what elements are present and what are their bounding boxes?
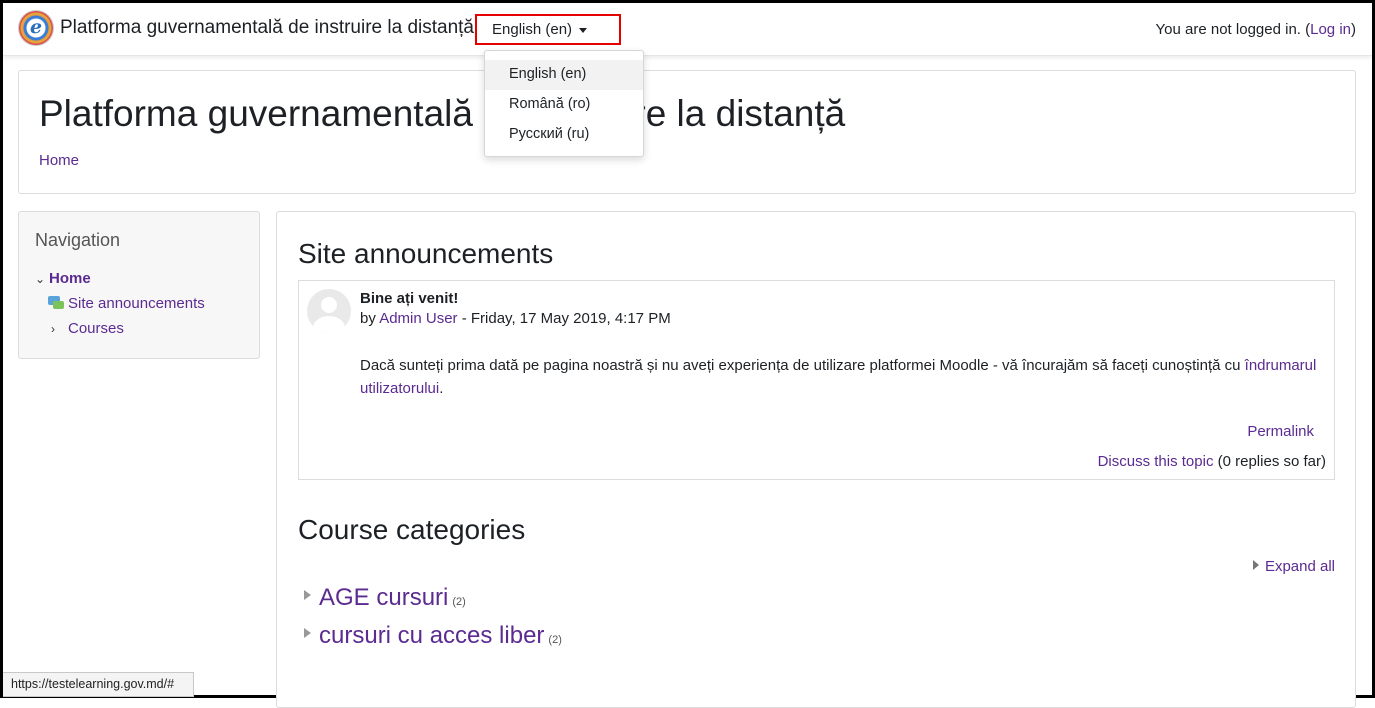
navigation-block: Navigation ⌄ Home Site announcements › Cou… bbox=[18, 211, 260, 359]
language-dropdown-toggle[interactable]: English (en) bbox=[475, 14, 621, 45]
category-count: (2) bbox=[452, 596, 466, 608]
caret-down-icon bbox=[579, 28, 587, 33]
browser-status-bar: https://testelearning.gov.md/# bbox=[3, 672, 194, 697]
language-option-label: English (en) bbox=[509, 66, 587, 82]
language-option-label: Română (ro) bbox=[509, 96, 591, 112]
category-count: (2) bbox=[548, 634, 562, 646]
category-age-cursuri[interactable]: AGE cursuri (2) bbox=[304, 584, 466, 612]
expand-triangle-icon bbox=[1252, 560, 1259, 570]
post-author-link[interactable]: Admin User bbox=[379, 310, 457, 327]
forum-icon bbox=[48, 296, 64, 310]
category-link[interactable]: AGE cursuri bbox=[319, 584, 448, 611]
login-link[interactable]: Log in bbox=[1310, 21, 1351, 38]
nav-item-site-announcements[interactable]: Site announcements bbox=[48, 295, 205, 312]
post-meta: by Admin User - Friday, 17 May 2019, 4:1… bbox=[360, 310, 671, 327]
login-status: You are not logged in. (Log in) bbox=[1156, 21, 1356, 38]
language-option-ru[interactable]: Русский (ru) bbox=[485, 120, 643, 150]
login-prefix: You are not logged in. ( bbox=[1155, 21, 1311, 38]
post-by: by bbox=[360, 310, 380, 327]
post-body-end: . bbox=[439, 380, 444, 397]
page-title: Platforma guvernamentală de instruire la… bbox=[39, 93, 846, 134]
expand-all-control[interactable]: Expand all bbox=[1252, 558, 1335, 575]
status-url: https://testelearning.gov.md/# bbox=[11, 677, 175, 691]
site-brand[interactable]: Platforma guvernamentală de instruire la… bbox=[60, 17, 474, 39]
chevron-right-icon: › bbox=[51, 322, 55, 336]
expand-all-link[interactable]: Expand all bbox=[1265, 558, 1335, 575]
login-suffix: ) bbox=[1351, 21, 1356, 38]
collapsed-triangle-icon[interactable] bbox=[304, 628, 311, 638]
navigation-title: Navigation bbox=[35, 230, 121, 250]
language-option-en[interactable]: English (en) bbox=[485, 60, 643, 90]
post-subject: Bine ați venit! bbox=[360, 290, 459, 307]
post-date: - Friday, 17 May 2019, 4:17 PM bbox=[457, 310, 671, 327]
collapsed-triangle-icon[interactable] bbox=[304, 590, 311, 600]
nav-item-home[interactable]: ⌄ Home bbox=[35, 270, 91, 287]
permalink-link[interactable]: Permalink bbox=[1247, 423, 1314, 440]
nav-item-courses[interactable]: › Courses bbox=[51, 320, 124, 337]
main-region: Site announcements Bine ați venit! by Ad… bbox=[276, 211, 1356, 708]
discuss-row: Discuss this topic (0 replies so far) bbox=[1098, 453, 1326, 470]
post-body-text: Dacă sunteți prima dată pe pagina noastr… bbox=[360, 357, 1245, 374]
language-option-label: Русский (ru) bbox=[509, 126, 590, 142]
site-announcements-heading: Site announcements bbox=[298, 238, 554, 269]
post-body: Dacă sunteți prima dată pe pagina noastr… bbox=[360, 354, 1320, 400]
language-current: English (en) bbox=[492, 21, 573, 38]
chevron-down-icon: ⌄ bbox=[35, 272, 46, 286]
breadcrumb-home[interactable]: Home bbox=[39, 152, 79, 169]
category-link[interactable]: cursuri cu acces liber bbox=[319, 622, 544, 649]
language-menu: English (en) Română (ro) Русский (ru) bbox=[484, 50, 644, 157]
user-avatar-icon[interactable] bbox=[307, 289, 351, 333]
category-cursuri-acces-liber[interactable]: cursuri cu acces liber (2) bbox=[304, 622, 562, 650]
top-navbar: e Platforma guvernamentală de instruire … bbox=[3, 3, 1372, 56]
logo-letter: e bbox=[29, 16, 43, 38]
forum-post: Bine ați venit! by Admin User - Friday, … bbox=[298, 280, 1335, 480]
nav-home-link[interactable]: Home bbox=[49, 270, 91, 287]
nav-site-announcements-link[interactable]: Site announcements bbox=[68, 295, 205, 312]
nav-courses-link[interactable]: Courses bbox=[68, 320, 124, 337]
replies-count: (0 replies so far) bbox=[1213, 453, 1326, 470]
course-categories-heading: Course categories bbox=[298, 514, 526, 545]
site-logo-icon[interactable]: e bbox=[19, 11, 53, 45]
discuss-topic-link[interactable]: Discuss this topic bbox=[1098, 453, 1214, 470]
language-option-ro[interactable]: Română (ro) bbox=[485, 90, 643, 120]
page-header: Platforma guvernamentală de instruire la… bbox=[18, 70, 1356, 194]
